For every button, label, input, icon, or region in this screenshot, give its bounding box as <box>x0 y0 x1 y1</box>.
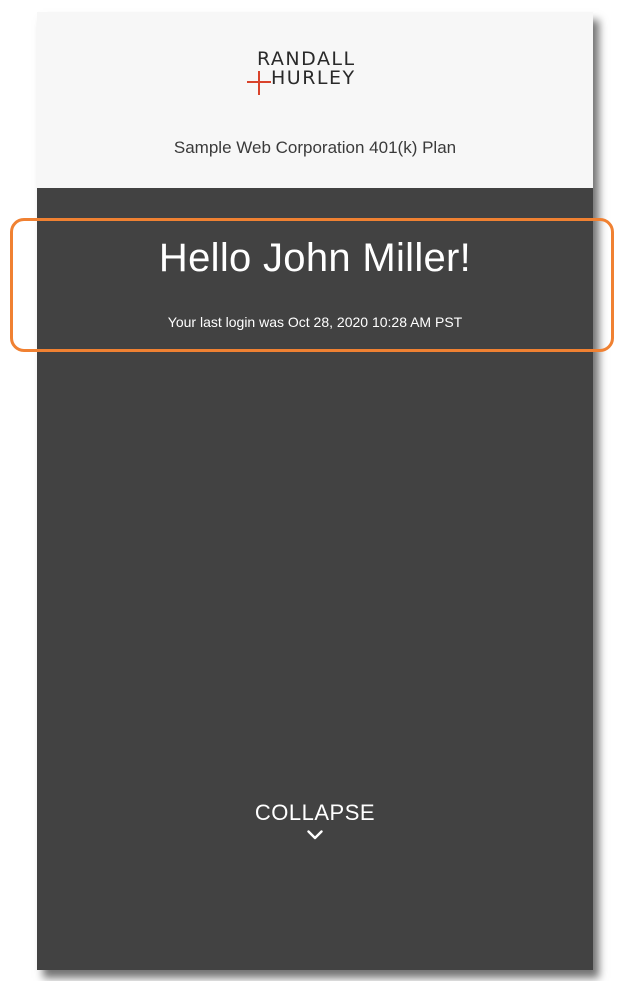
chevron-down-icon <box>307 830 323 840</box>
collapse-button[interactable]: COLLAPSE <box>215 800 415 864</box>
mobile-screen: RANDALL HURLEY Sample Web Corporation 40… <box>37 12 593 970</box>
app-header: RANDALL HURLEY Sample Web Corporation 40… <box>37 12 593 188</box>
greeting-heading: Hello John Miller! <box>158 236 472 280</box>
logo-text-line2: HURLEY <box>271 67 356 89</box>
screenshot-stage: RANDALL HURLEY Sample Web Corporation 40… <box>0 0 620 981</box>
last-login-text: Your last login was Oct 28, 2020 10:28 A… <box>167 314 463 330</box>
collapse-label: COLLAPSE <box>254 800 376 825</box>
welcome-panel: Hello John Miller! Your last login was O… <box>37 188 593 970</box>
randall-hurley-logo[interactable]: RANDALL HURLEY <box>247 50 387 96</box>
logo-plus-icon <box>247 71 271 95</box>
plan-name: Sample Web Corporation 401(k) Plan <box>173 138 457 157</box>
